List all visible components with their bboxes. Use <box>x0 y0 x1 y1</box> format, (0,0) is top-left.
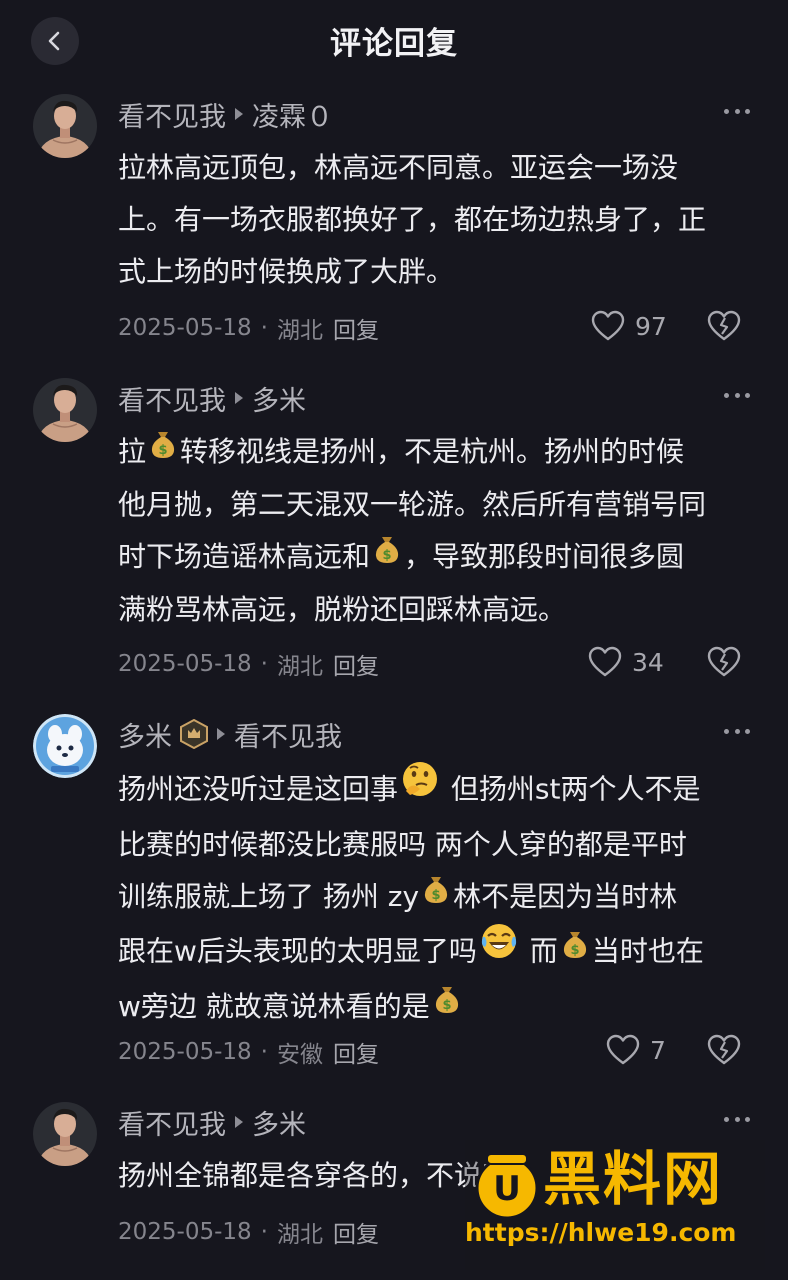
crying-laughing-emoji-icon <box>479 921 519 978</box>
fan-badge-icon <box>180 719 208 749</box>
money-bag-emoji-icon: $ <box>372 529 402 581</box>
avatar[interactable] <box>33 1102 97 1166</box>
broken-heart-icon <box>707 646 741 677</box>
triangle-right-icon <box>234 1115 244 1129</box>
text-line: 式上场的时候换成了大胖。 <box>118 255 455 288</box>
comment-location: 湖北 <box>276 1222 323 1248</box>
comment-header: 看不见我 凌霖０ <box>118 94 333 134</box>
money-bag-emoji-icon: $ <box>421 869 451 921</box>
more-dots-icon[interactable] <box>724 380 750 410</box>
reply-to-name[interactable]: 多米 <box>252 1103 306 1142</box>
dislike-button[interactable] <box>707 646 743 682</box>
text-line: 上。有一场衣服都换好了，都在场边热身了，正 <box>118 203 707 236</box>
text-line: 拉林高远顶包，林高远不同意。亚运会一场没 <box>118 151 679 184</box>
triangle-right-icon <box>234 391 244 405</box>
author-name[interactable]: 看不见我 <box>118 95 226 134</box>
money-bag-emoji-icon: $ <box>432 979 462 1031</box>
svg-text:U: U <box>493 1169 521 1209</box>
reply-button[interactable]: 回复 <box>333 647 379 681</box>
svg-text:$: $ <box>432 888 441 903</box>
text-line: 满粉骂林高远，脱粉还回踩林高远。 <box>118 593 567 626</box>
comment-date: 2025-05-18 <box>118 1039 252 1065</box>
dislike-button[interactable] <box>707 310 743 346</box>
text-line: 扬州还没听过是这回事 但扬州st两个人不是 <box>118 762 758 819</box>
comment-date: 2025-05-18 <box>118 315 252 341</box>
text-line: w旁边 就故意说林看的是 $ <box>118 981 758 1034</box>
comment-location: 湖北 <box>276 318 323 344</box>
avatar[interactable] <box>33 94 97 158</box>
triangle-right-icon <box>234 107 244 121</box>
text-line: 拉 $ 转移视线是扬州，不是杭州。扬州的时候 <box>118 426 758 479</box>
thinking-face-emoji-icon <box>400 759 440 816</box>
more-dots-icon[interactable] <box>724 96 750 126</box>
comment-text: 拉林高远顶包，林高远不同意。亚运会一场没 上。有一场衣服都换好了，都在场边热身了… <box>118 142 758 298</box>
reply-to-name[interactable]: 凌霖０ <box>252 95 333 134</box>
avatar[interactable] <box>33 378 97 442</box>
svg-text:$: $ <box>442 998 451 1013</box>
watermark-url: https://hlwe19.com <box>464 1217 737 1248</box>
comment-text: 拉 $ 转移视线是扬州，不是杭州。扬州的时候 他月抛，第二天混双一轮游。然后所有营销… <box>118 426 758 636</box>
comment-date: 2025-05-18 <box>118 1219 252 1245</box>
author-name[interactable]: 看不见我 <box>118 379 226 418</box>
comment-header: 看不见我 多米 <box>118 378 306 418</box>
text-line: 时下场造谣林高远和 $ ，导致那段时间很多圆 <box>118 531 758 584</box>
broken-heart-icon <box>707 1034 741 1065</box>
comment-text: 扬州还没听过是这回事 但扬州st两个人不是 比赛的时候都没比赛服吗 两个人穿的都… <box>118 762 758 1034</box>
like-button[interactable]: 34 <box>588 646 664 678</box>
watermark-brand: 黑料网 <box>541 1144 724 1215</box>
comment-location: 安徽 <box>276 1042 323 1068</box>
reply-to-name[interactable]: 看不见我 <box>234 715 342 754</box>
reply-button[interactable]: 回复 <box>333 1035 379 1069</box>
more-dots-icon[interactable] <box>724 1104 750 1134</box>
heart-icon <box>588 646 622 677</box>
reply-to-name[interactable]: 多米 <box>252 379 306 418</box>
text-line: 比赛的时候都没比赛服吗 两个人穿的都是平时 <box>118 828 687 861</box>
text-line: 训练服就上场了 扬州 zy $ 林不是因为当时林 <box>118 871 758 924</box>
broken-heart-icon <box>707 310 741 341</box>
svg-text:$: $ <box>158 443 167 458</box>
dislike-button[interactable] <box>707 1034 743 1070</box>
watermark: U 黑料网 https://hlwe19.com <box>464 1140 765 1270</box>
comment-date: 2025-05-18 <box>118 651 252 677</box>
comment-header: 看不见我 多米 <box>118 1102 306 1142</box>
comment-header: 多米 看不见我 <box>118 714 342 754</box>
svg-text:$: $ <box>382 548 391 563</box>
triangle-right-icon <box>216 727 226 741</box>
money-bag-emoji-icon: $ <box>148 424 178 476</box>
like-count: 97 <box>635 311 667 341</box>
reply-button[interactable]: 回复 <box>333 1215 379 1249</box>
author-name[interactable]: 多米 <box>118 715 172 754</box>
like-button[interactable]: 7 <box>606 1034 666 1066</box>
reply-button[interactable]: 回复 <box>333 311 379 345</box>
header-bar: 评论回复 <box>0 0 788 86</box>
text-line: 跟在w后头表现的太明显了吗 而 $ 当时也在 <box>118 924 758 981</box>
money-bag-emoji-icon: $ <box>560 924 590 976</box>
like-count: 7 <box>650 1035 666 1065</box>
comment-location: 湖北 <box>276 654 323 680</box>
like-count: 34 <box>632 647 664 677</box>
heart-icon <box>591 310 625 341</box>
like-button[interactable]: 97 <box>591 310 667 342</box>
page-title: 评论回复 <box>330 26 458 62</box>
heart-icon <box>606 1034 640 1065</box>
more-dots-icon[interactable] <box>724 716 750 746</box>
svg-text:$: $ <box>570 943 579 958</box>
text-line: 他月抛，第二天混双一轮游。然后所有营销号同 <box>118 488 707 521</box>
avatar[interactable] <box>33 714 97 778</box>
author-name[interactable]: 看不见我 <box>118 1103 226 1142</box>
